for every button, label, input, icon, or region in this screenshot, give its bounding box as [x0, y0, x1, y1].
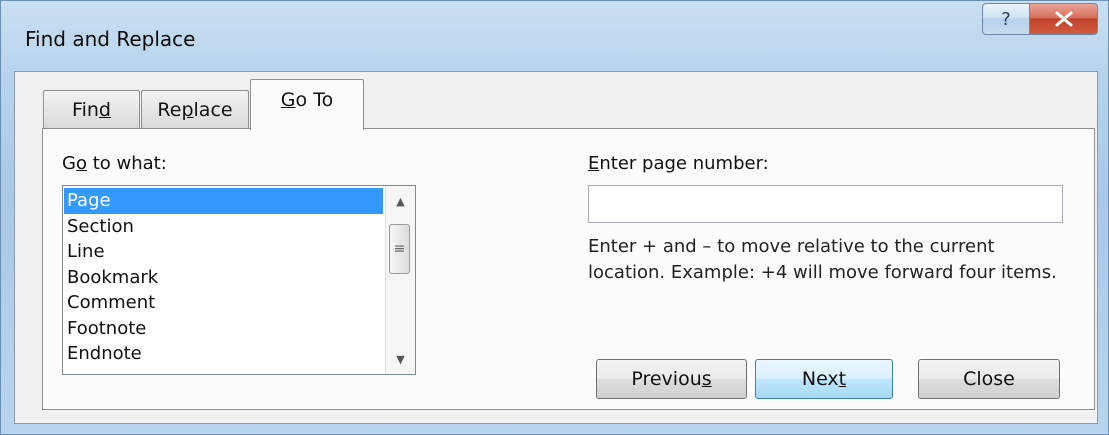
window-close-button[interactable] [1030, 3, 1098, 35]
help-icon: ? [1001, 8, 1011, 30]
tab-find[interactable]: Find [43, 90, 140, 128]
navigation-hint: Enter + and – to move relative to the cu… [588, 236, 1057, 283]
window-title: Find and Replace [25, 27, 196, 51]
tab-find-label: Find [72, 98, 111, 121]
close-icon [1055, 11, 1072, 27]
grip-icon: ≡ [393, 241, 406, 257]
go-to-panel: Go to what: Page Section Line Bookmark C… [42, 128, 1095, 410]
scroll-down-arrow[interactable]: ▼ [386, 346, 415, 372]
next-label: Next [801, 368, 847, 390]
page-number-label: Enter page number: [588, 153, 769, 174]
listbox-scrollbar[interactable]: ▲ ≡ ▼ [385, 186, 415, 374]
go-to-what-listbox[interactable]: Page Section Line Bookmark Comment Footn… [62, 185, 416, 375]
previous-label: Previous [631, 368, 712, 390]
tab-replace[interactable]: Replace [141, 90, 249, 128]
scroll-up-arrow[interactable]: ▲ [386, 188, 415, 214]
go-to-what-label: Go to what: [62, 153, 167, 174]
tab-replace-label: Replace [157, 98, 233, 121]
caption-buttons: ? [982, 3, 1098, 37]
list-item-comment[interactable]: Comment [64, 290, 383, 316]
list-item-bookmark[interactable]: Bookmark [64, 265, 383, 291]
list-item-endnote[interactable]: Endnote [64, 341, 383, 367]
previous-button[interactable]: Previous [596, 359, 747, 399]
page-number-input[interactable] [588, 185, 1063, 223]
dialog-window: Find and Replace ? Find Replace Go To Go… [0, 0, 1109, 435]
close-label: Close [963, 368, 1015, 390]
list-item-footnote[interactable]: Footnote [64, 316, 383, 342]
list-item-line[interactable]: Line [64, 239, 383, 265]
tab-go-to[interactable]: Go To [250, 79, 364, 130]
help-button[interactable]: ? [982, 3, 1030, 35]
scroll-thumb[interactable]: ≡ [389, 224, 410, 274]
list-item-page[interactable]: Page [64, 188, 383, 214]
chevron-down-icon: ▼ [396, 352, 405, 366]
chevron-up-icon: ▲ [396, 194, 405, 208]
go-to-what-items: Page Section Line Bookmark Comment Footn… [64, 188, 383, 367]
next-button[interactable]: Next [755, 359, 893, 399]
tab-go-to-label: Go To [280, 89, 334, 111]
close-button[interactable]: Close [918, 359, 1060, 399]
list-item-section[interactable]: Section [64, 214, 383, 240]
